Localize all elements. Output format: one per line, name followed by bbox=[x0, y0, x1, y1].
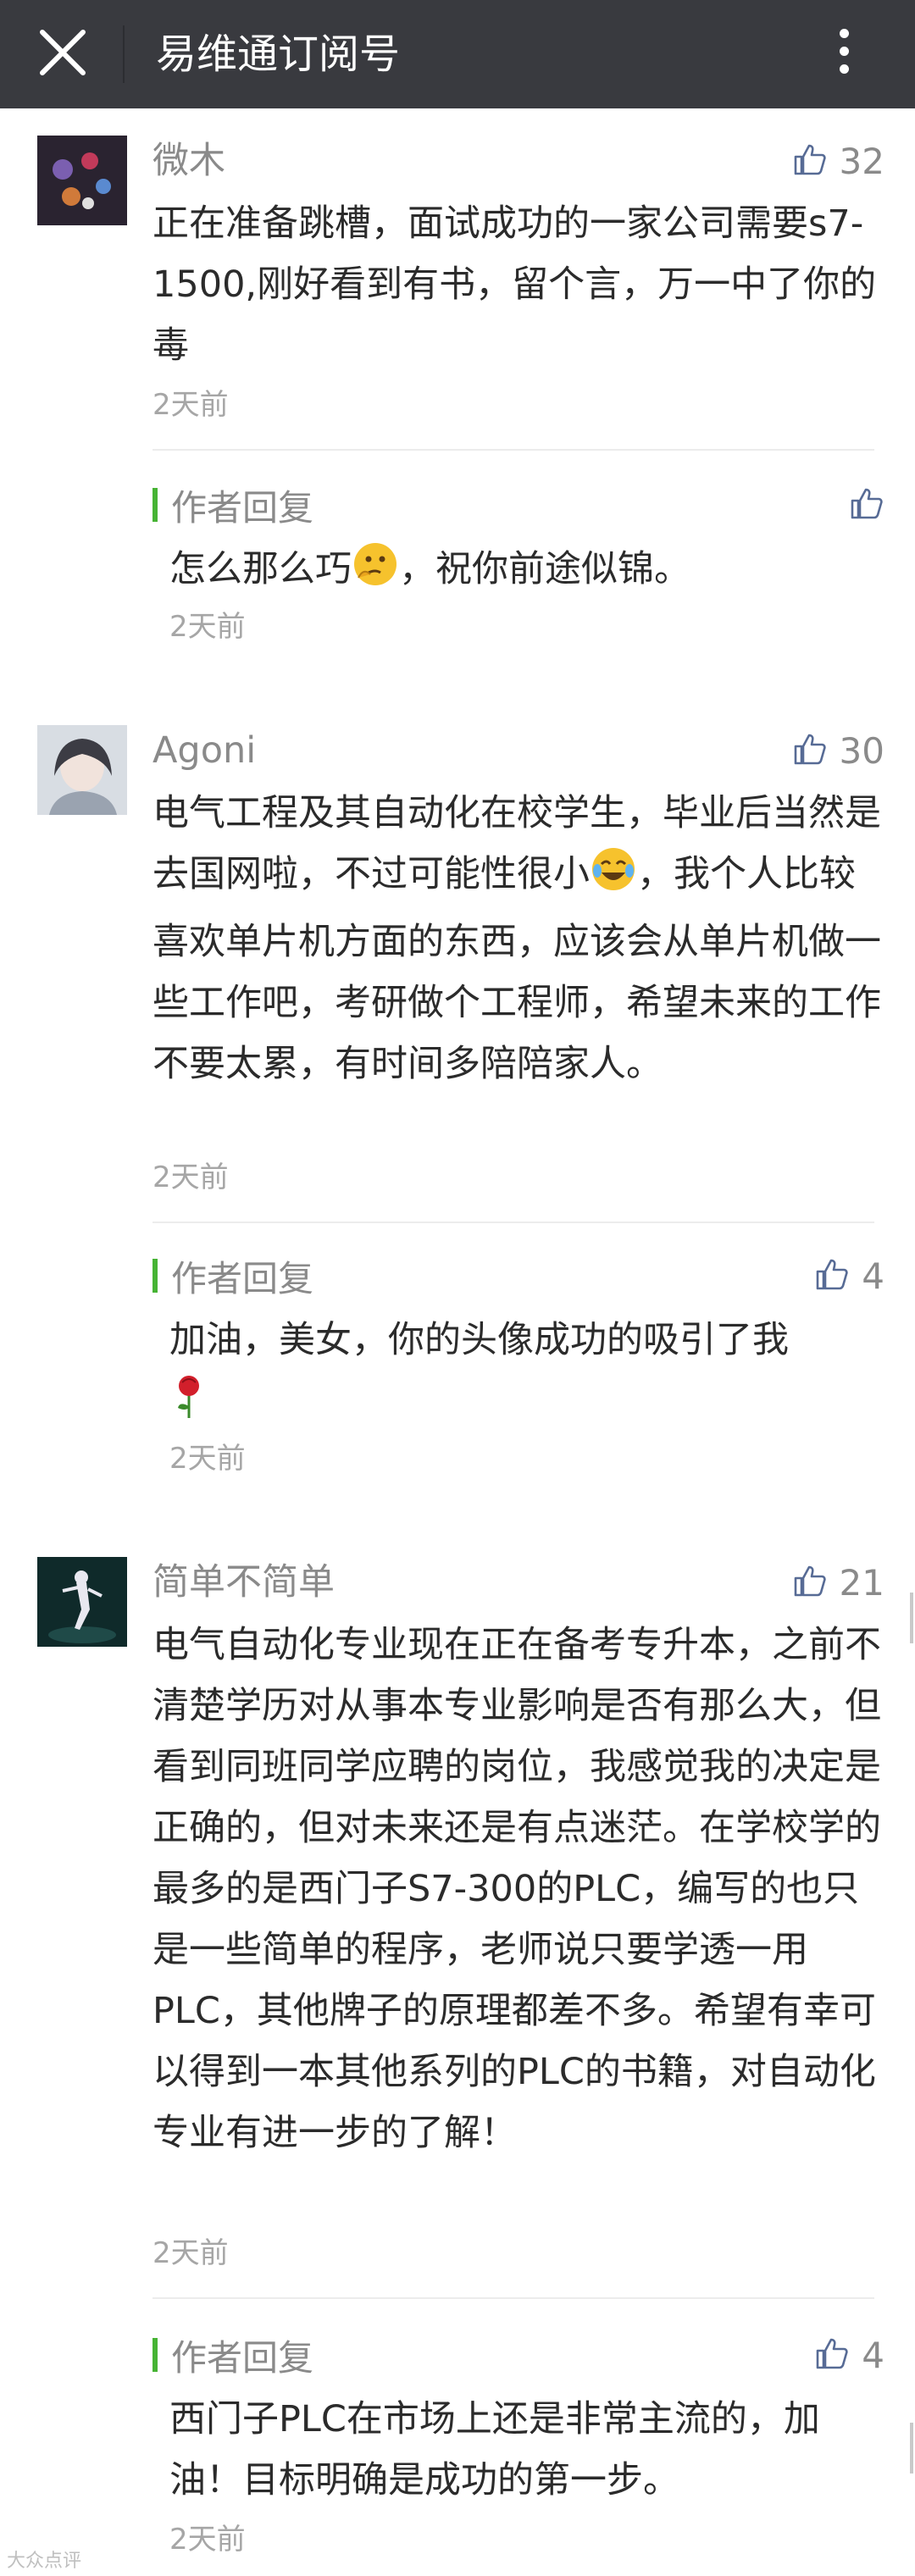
like-count: 4 bbox=[862, 1255, 884, 1297]
like-button[interactable]: 4 bbox=[814, 1252, 884, 1299]
like-button[interactable]: 32 bbox=[792, 137, 884, 185]
commenter-name: Agoni bbox=[152, 729, 257, 772]
thumbs-up-icon bbox=[792, 1563, 828, 1602]
author-reply-header: 作者回复 bbox=[152, 1252, 313, 1299]
thumbs-up-icon bbox=[792, 141, 828, 180]
watermark-text: 大众点评 bbox=[7, 2551, 82, 2572]
reply-time: 2天前 bbox=[169, 1442, 246, 1476]
thumbs-up-icon bbox=[792, 731, 828, 770]
close-icon[interactable] bbox=[29, 19, 97, 86]
avatar[interactable] bbox=[37, 725, 127, 815]
like-count: 32 bbox=[839, 140, 884, 182]
reply-text-part: ，祝你前途似锦。 bbox=[399, 548, 690, 590]
divider bbox=[152, 449, 874, 451]
like-count: 30 bbox=[839, 729, 884, 772]
tears-of-joy-emoji bbox=[590, 845, 637, 911]
commenter-name: 微木 bbox=[152, 140, 225, 182]
like-button[interactable]: 4 bbox=[814, 2331, 884, 2379]
thumbs-up-icon bbox=[814, 2335, 850, 2374]
top-navbar: 易维通订阅号 bbox=[0, 0, 915, 108]
reply-text: 加油，美女，你的头像成功的吸引了我 bbox=[169, 1310, 873, 1438]
like-button[interactable]: 21 bbox=[792, 1559, 884, 1606]
reply-text: 西门子PLC在市场上还是非常主流的，加油！目标明确是成功的第一步。 bbox=[169, 2398, 820, 2501]
reply-indicator bbox=[152, 1259, 158, 1293]
like-button[interactable]: 30 bbox=[792, 727, 884, 774]
scrollbar[interactable] bbox=[910, 2423, 913, 2474]
reply-time: 2天前 bbox=[169, 610, 246, 644]
author-reply-header: 作者回复 bbox=[152, 481, 313, 529]
divider bbox=[152, 2297, 874, 2299]
more-options-icon[interactable] bbox=[813, 17, 874, 91]
thumbs-up-icon bbox=[814, 1256, 850, 1295]
avatar[interactable] bbox=[37, 136, 127, 225]
page-title: 易维通订阅号 bbox=[156, 30, 401, 78]
divider bbox=[152, 1222, 874, 1223]
scrollbar[interactable] bbox=[910, 1593, 913, 1643]
commenter-name: 简单不简单 bbox=[152, 1561, 335, 1604]
comment-time: 2天前 bbox=[152, 1161, 229, 1194]
comment-text: 电气自动化专业现在正在备考专升本，之前不清楚学历对从事本专业影响是否有那么大，但… bbox=[152, 1624, 881, 2154]
reply-label: 作者回复 bbox=[171, 1257, 314, 1299]
comment-text: 电气工程及其自动化在校学生，毕业后当然是去国网啦，不过可能性很小 ，我个人比较喜欢… bbox=[152, 783, 881, 1094]
author-reply-header: 作者回复 bbox=[152, 2331, 313, 2379]
reply-indicator bbox=[152, 2338, 158, 2372]
reply-label: 作者回复 bbox=[171, 2336, 314, 2379]
reply-indicator bbox=[152, 488, 158, 522]
reply-label: 作者回复 bbox=[171, 486, 314, 529]
reply-time: 2天前 bbox=[169, 2523, 246, 2557]
navbar-divider bbox=[123, 25, 125, 83]
reply-text: 怎么那么巧 ，祝你前途似锦。 bbox=[169, 539, 873, 607]
thumbs-up-icon bbox=[849, 485, 884, 524]
comment-text: 正在准备跳槽，面试成功的一家公司需要s7-1500,刚好看到有书，留个言，万一中… bbox=[152, 202, 877, 367]
like-button[interactable] bbox=[849, 481, 884, 529]
reply-text-part: 加油，美女，你的头像成功的吸引了我 bbox=[169, 1319, 789, 1361]
comment-time: 2天前 bbox=[152, 2236, 229, 2270]
like-count: 4 bbox=[862, 2334, 884, 2376]
like-count: 21 bbox=[839, 1561, 884, 1604]
rose-emoji bbox=[169, 1372, 208, 1438]
avatar[interactable] bbox=[37, 1557, 127, 1647]
thinking-face-emoji bbox=[352, 540, 399, 607]
comment-time: 2天前 bbox=[152, 388, 229, 422]
reply-text-part: 怎么那么巧 bbox=[169, 548, 352, 590]
